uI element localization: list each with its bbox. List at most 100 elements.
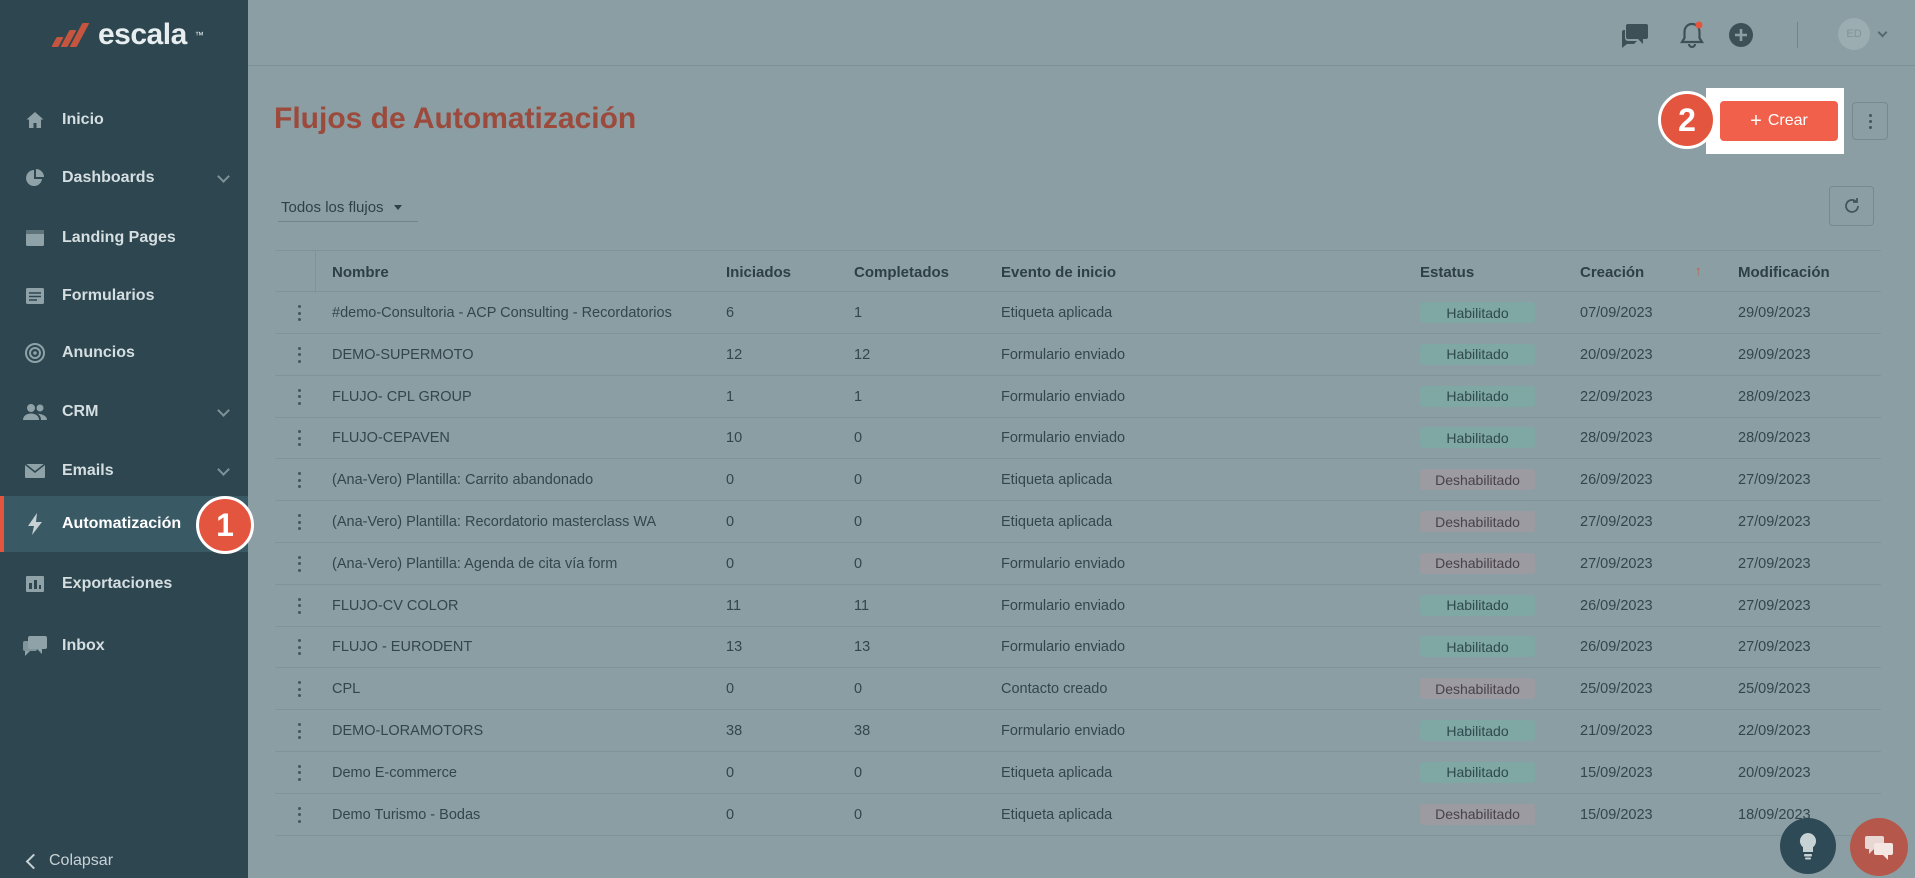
started-count: 38 <box>726 723 743 739</box>
flows-filter-dropdown[interactable]: Todos los flujos <box>278 194 418 222</box>
sidebar-item-exportaciones[interactable]: Exportaciones <box>0 556 248 612</box>
flow-name[interactable]: Demo E-commerce <box>332 765 457 781</box>
row-menu-icon[interactable] <box>295 513 303 531</box>
status-badge: Deshabilitado <box>1420 511 1535 532</box>
brand-logo[interactable]: escala ™ <box>50 18 204 52</box>
more-options-button[interactable] <box>1852 102 1888 140</box>
flow-name[interactable]: DEMO-SUPERMOTO <box>332 347 474 363</box>
status-badge: Deshabilitado <box>1420 469 1535 491</box>
lightbulb-help-button[interactable] <box>1780 818 1836 874</box>
row-menu-icon[interactable] <box>295 304 303 322</box>
avatar[interactable]: ED <box>1838 18 1870 50</box>
row-menu-icon[interactable] <box>295 764 303 782</box>
sidebar-item-emails[interactable]: Emails <box>0 443 248 499</box>
table-row[interactable]: #demo-Consultoria - ACP Consulting - Rec… <box>275 292 1881 334</box>
sort-asc-icon[interactable]: ↑ <box>1695 263 1702 278</box>
flow-name[interactable]: FLUJO-CV COLOR <box>332 598 459 614</box>
table-row[interactable]: FLUJO-CEPAVEN 10 0 Formulario enviado Habili… <box>275 417 1881 460</box>
column-header-creaci-n[interactable]: Creación <box>1580 264 1644 281</box>
table-row[interactable]: DEMO-SUPERMOTO 12 12 Formulario enviado Habi… <box>275 334 1881 376</box>
lightbulb-icon <box>1799 832 1817 860</box>
sidebar-item-landing-pages[interactable]: Landing Pages <box>0 210 248 266</box>
modified-date: 27/09/2023 <box>1738 639 1811 656</box>
flow-name[interactable]: FLUJO - EURODENT <box>332 639 472 655</box>
create-button[interactable]: + Crear <box>1720 101 1838 141</box>
row-menu-icon[interactable] <box>295 638 303 656</box>
notification-bell-icon[interactable] <box>1677 20 1707 50</box>
flow-name[interactable]: Demo Turismo - Bodas <box>332 807 480 823</box>
column-header-iniciados[interactable]: Iniciados <box>726 264 791 281</box>
sidebar-item-inbox[interactable]: Inbox <box>0 618 248 674</box>
flow-name[interactable]: CPL <box>332 681 360 697</box>
row-menu-icon[interactable] <box>295 806 303 824</box>
start-event: Etiqueta aplicada <box>1001 514 1113 530</box>
table-row[interactable]: Demo Turismo - Bodas 0 0 Etiqueta aplicada D… <box>275 794 1881 836</box>
sidebar-item-label: Landing Pages <box>62 229 176 246</box>
add-circle-icon[interactable] <box>1726 20 1756 50</box>
chevron-down-icon <box>217 404 230 417</box>
row-menu-icon[interactable] <box>295 597 303 615</box>
modified-date: 29/09/2023 <box>1738 346 1811 363</box>
column-header-evento-de-inicio[interactable]: Evento de inicio <box>1001 264 1116 281</box>
row-menu-icon[interactable] <box>295 388 303 406</box>
table-row[interactable]: (Ana-Vero) Plantilla: Carrito abandonado… <box>275 459 1881 502</box>
created-date: 20/09/2023 <box>1580 346 1653 363</box>
started-count: 6 <box>726 305 735 321</box>
chat-icon[interactable] <box>1620 20 1650 50</box>
row-menu-icon[interactable] <box>295 722 303 740</box>
row-menu-icon[interactable] <box>295 429 303 447</box>
completed-count: 1 <box>854 388 863 405</box>
created-date: 15/09/2023 <box>1580 764 1653 781</box>
row-menu-icon[interactable] <box>295 471 303 489</box>
table-row[interactable]: FLUJO- CPL GROUP 1 1 Formulario enviado Habi… <box>275 376 1881 418</box>
chat-support-button[interactable] <box>1850 818 1908 876</box>
table-row[interactable]: CPL 0 0 Contacto creado Deshabilitado 25/09/2… <box>275 668 1881 711</box>
table-row[interactable]: Demo E-commerce 0 0 Etiqueta aplicada Habili… <box>275 752 1881 794</box>
completed-count: 1 <box>854 305 863 321</box>
flow-name[interactable]: DEMO-LORAMOTORS <box>332 723 483 739</box>
refresh-button[interactable] <box>1829 186 1874 226</box>
sidebar-item-label: CRM <box>62 403 99 420</box>
flow-name[interactable]: #demo-Consultoria - ACP Consulting - Rec… <box>332 305 672 321</box>
table-row[interactable]: FLUJO - EURODENT 13 13 Formulario enviado Ha… <box>275 626 1881 669</box>
row-menu-icon[interactable] <box>295 680 303 698</box>
table-row[interactable]: (Ana-Vero) Plantilla: Recordatorio maste… <box>275 501 1881 543</box>
created-date: 21/09/2023 <box>1580 723 1653 739</box>
sidebar-item-anuncios[interactable]: Anuncios <box>0 325 248 381</box>
status-badge: Deshabilitado <box>1420 803 1535 825</box>
collapse-button[interactable]: Colapsar <box>24 852 113 870</box>
column-header-completados[interactable]: Completados <box>854 264 949 281</box>
column-header-modificaci-n[interactable]: Modificación <box>1738 264 1830 281</box>
start-event: Formulario enviado <box>1001 346 1126 363</box>
sidebar-item-crm[interactable]: CRM <box>0 384 248 440</box>
row-menu-icon[interactable] <box>295 346 303 364</box>
table-row[interactable]: FLUJO-CV COLOR 11 11 Formulario enviado Habi… <box>275 585 1881 627</box>
status-badge: Habilitado <box>1420 720 1535 741</box>
table-header: ↑ Nombre Iniciados Completados Evento de in… <box>275 250 1881 293</box>
topbar-divider <box>1797 22 1798 48</box>
started-count: 0 <box>726 514 735 530</box>
table-row[interactable]: DEMO-LORAMOTORS 38 38 Formulario enviado Hab… <box>275 710 1881 752</box>
table-row[interactable]: (Ana-Vero) Plantilla: Agenda de cita vía… <box>275 543 1881 585</box>
started-count: 0 <box>726 555 735 572</box>
sidebar-item-inicio[interactable]: Inicio <box>0 92 248 148</box>
modified-date: 28/09/2023 <box>1738 430 1811 447</box>
flow-name[interactable]: (Ana-Vero) Plantilla: Recordatorio maste… <box>332 514 656 530</box>
row-menu-icon[interactable] <box>295 555 303 573</box>
status-badge: Habilitado <box>1420 594 1535 616</box>
modified-date: 27/09/2023 <box>1738 597 1811 614</box>
step-badge-1: 1 <box>196 496 254 554</box>
column-header-nombre[interactable]: Nombre <box>332 264 389 281</box>
flow-name[interactable]: (Ana-Vero) Plantilla: Agenda de cita vía… <box>332 556 617 572</box>
sidebar-item-dashboards[interactable]: Dashboards <box>0 150 248 206</box>
flow-name[interactable]: FLUJO- CPL GROUP <box>332 389 472 405</box>
sidebar-item-label: Dashboards <box>62 169 155 186</box>
created-date: 26/09/2023 <box>1580 472 1653 489</box>
sidebar-item-formularios[interactable]: Formularios <box>0 268 248 324</box>
plus-icon: + <box>1750 110 1762 132</box>
column-header-estatus[interactable]: Estatus <box>1420 264 1474 281</box>
flow-name[interactable]: (Ana-Vero) Plantilla: Carrito abandonado <box>332 472 593 488</box>
flow-name[interactable]: FLUJO-CEPAVEN <box>332 430 450 446</box>
start-event: Contacto creado <box>1001 681 1108 698</box>
start-event: Etiqueta aplicada <box>1001 472 1113 489</box>
